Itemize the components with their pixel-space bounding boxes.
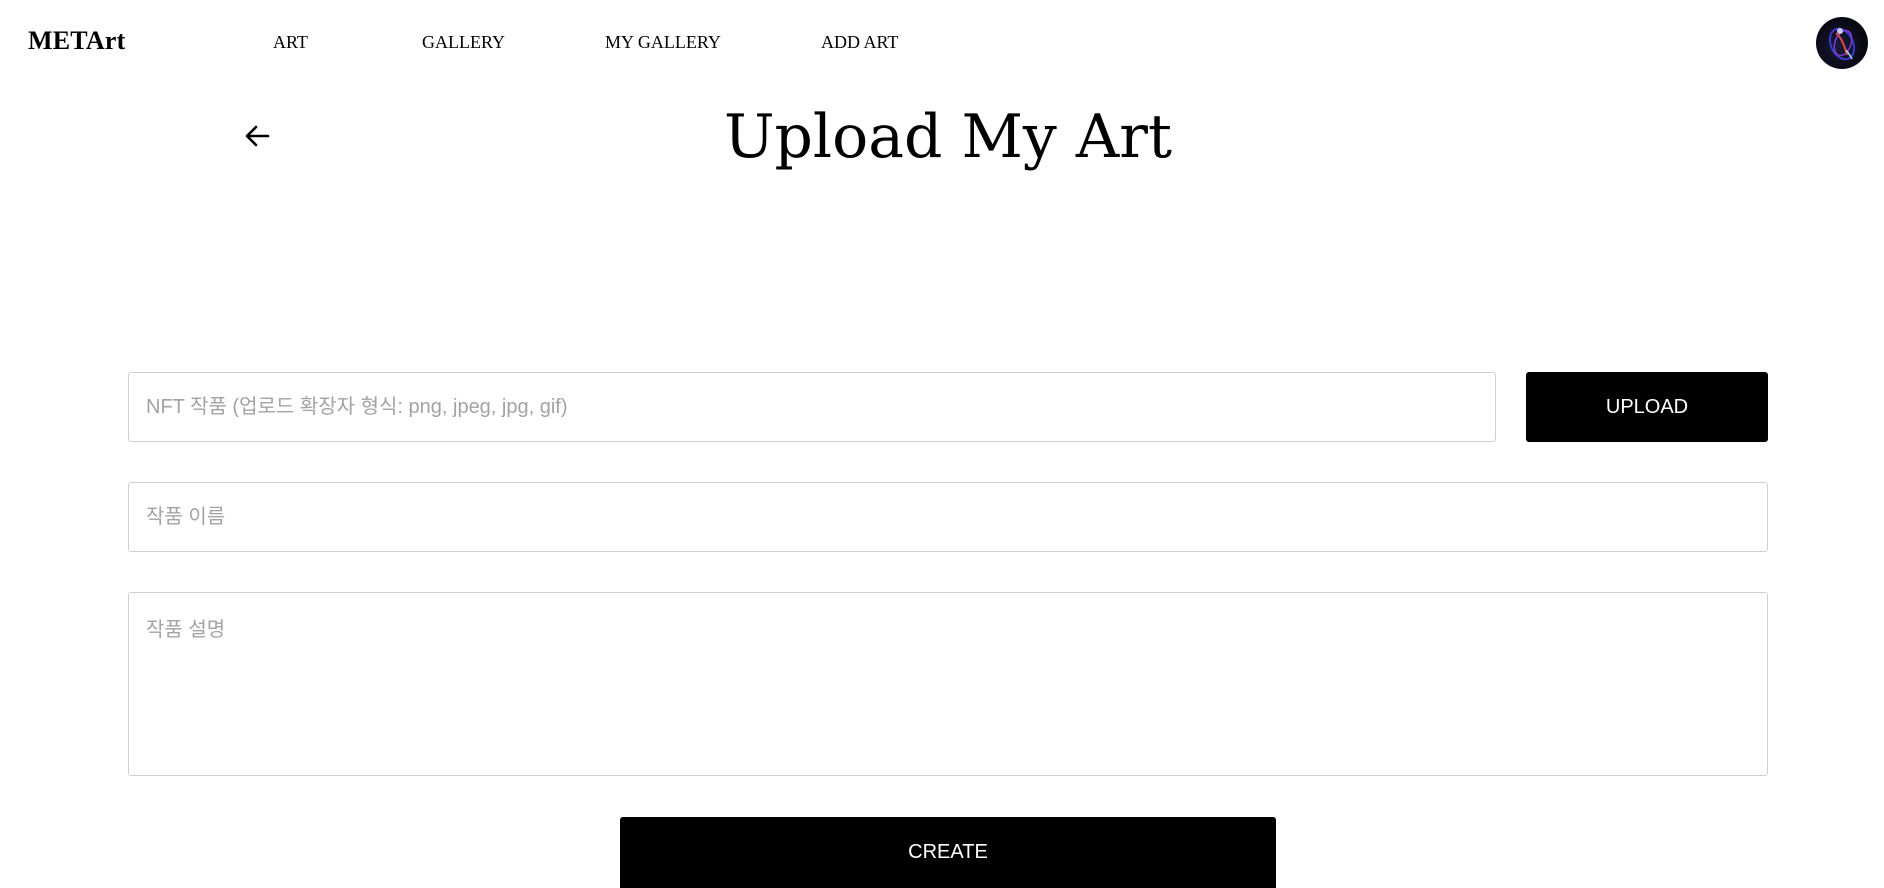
create-button[interactable]: CREATE: [620, 817, 1276, 888]
page-title: Upload My Art: [723, 102, 1173, 172]
logo[interactable]: METArt: [28, 26, 125, 56]
art-description-field[interactable]: [128, 592, 1768, 776]
nav-item-add-art[interactable]: ADD ART: [821, 32, 898, 53]
nav-item-gallery[interactable]: GALLERY: [422, 32, 505, 53]
nav-item-art[interactable]: ART: [273, 32, 308, 53]
avatar[interactable]: [1816, 17, 1868, 69]
art-name-field[interactable]: [128, 482, 1768, 552]
upload-art-page: METArt ART GALLERY MY GALLERY ADD ART Up…: [0, 0, 1884, 888]
nft-file-field[interactable]: [128, 372, 1496, 442]
avatar-image: [1828, 27, 1856, 61]
top-navbar: METArt ART GALLERY MY GALLERY ADD ART: [0, 0, 1884, 86]
nav-item-my-gallery[interactable]: MY GALLERY: [605, 32, 721, 53]
upload-button[interactable]: UPLOAD: [1526, 372, 1768, 442]
